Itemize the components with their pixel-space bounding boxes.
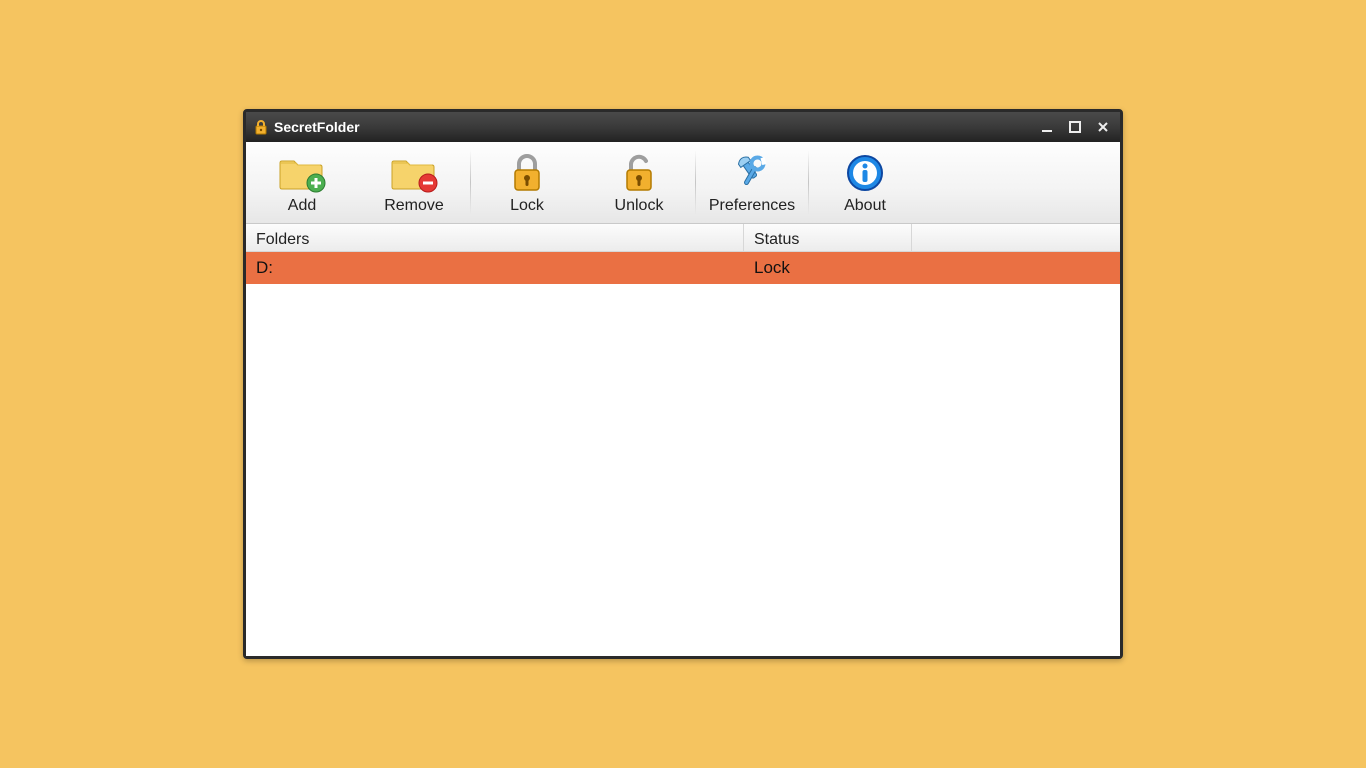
toolbar: Add Remove xyxy=(246,142,1120,224)
folder-add-icon xyxy=(276,151,328,195)
about-button[interactable]: About xyxy=(809,142,921,223)
lock-button[interactable]: Lock xyxy=(471,142,583,223)
unlock-button[interactable]: Unlock xyxy=(583,142,695,223)
header-status[interactable]: Status xyxy=(744,224,912,251)
lock-icon xyxy=(507,151,547,195)
window-title: SecretFolder xyxy=(274,119,360,135)
info-icon xyxy=(844,151,886,195)
about-label: About xyxy=(844,197,886,215)
titlebar[interactable]: SecretFolder xyxy=(246,112,1120,142)
remove-label: Remove xyxy=(384,197,444,215)
remove-button[interactable]: Remove xyxy=(358,142,470,223)
header-folders[interactable]: Folders xyxy=(246,224,744,251)
cell-status: Lock xyxy=(744,258,912,278)
window-controls xyxy=(1036,118,1114,136)
app-window: SecretFolder xyxy=(243,109,1123,659)
column-headers: Folders Status xyxy=(246,224,1120,252)
cell-folder: D: xyxy=(246,258,744,278)
add-label: Add xyxy=(288,197,316,215)
preferences-label: Preferences xyxy=(709,197,795,215)
unlock-icon xyxy=(619,151,659,195)
unlock-label: Unlock xyxy=(615,197,664,215)
lock-label: Lock xyxy=(510,197,544,215)
close-button[interactable] xyxy=(1092,118,1114,136)
folder-remove-icon xyxy=(388,151,440,195)
add-button[interactable]: Add xyxy=(246,142,358,223)
app-lock-icon xyxy=(254,119,268,135)
tools-icon xyxy=(730,151,774,195)
table-row[interactable]: D: Lock xyxy=(246,252,1120,284)
list-body: D: Lock xyxy=(246,252,1120,656)
minimize-button[interactable] xyxy=(1036,118,1058,136)
maximize-button[interactable] xyxy=(1064,118,1086,136)
preferences-button[interactable]: Preferences xyxy=(696,142,808,223)
